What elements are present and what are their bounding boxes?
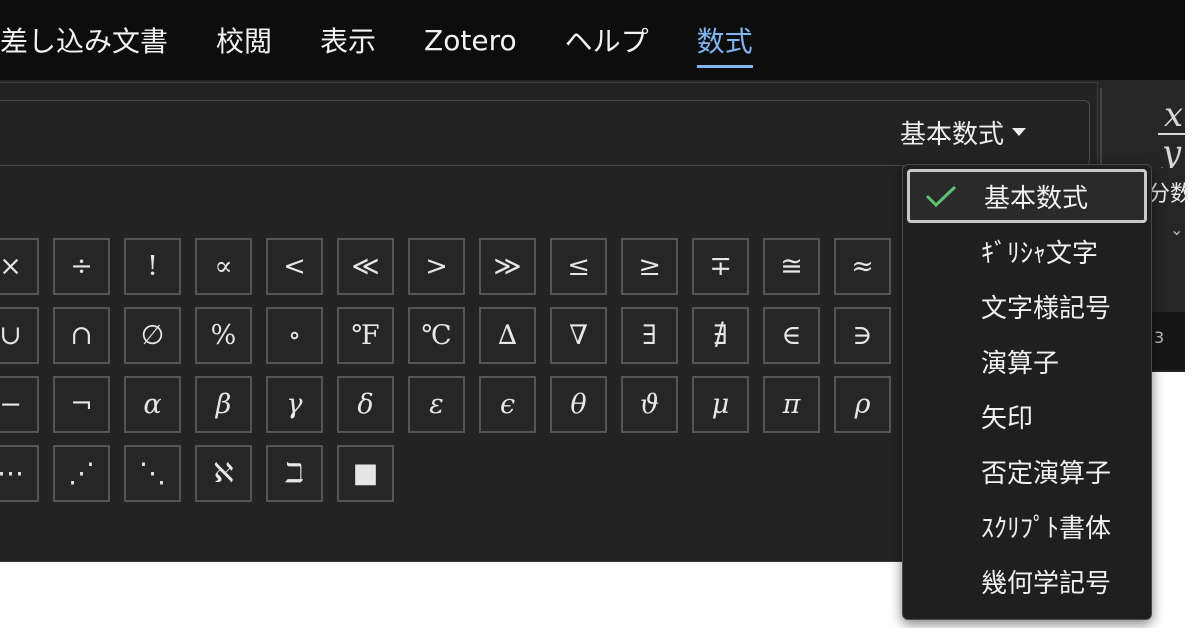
symbol-greater-than[interactable]: > [408,238,465,295]
chevron-down-icon [1012,128,1027,136]
tab-mailings[interactable]: 差し込み文書 [0,20,168,60]
tab-help[interactable]: ヘルプ [565,20,649,60]
symbol-empty-set[interactable]: ∅ [124,307,181,364]
symbol-less-equal[interactable]: ≤ [550,238,607,295]
symbol-minus-plus[interactable]: ∓ [692,238,749,295]
symbol-less-than[interactable]: < [266,238,323,295]
menu-item-label: 幾何学記号 [981,568,1112,599]
symbol-lunate-epsilon[interactable]: ϵ [479,376,536,433]
tab-equation[interactable]: 数式 [696,20,753,68]
menu-item-label: 文字様記号 [981,293,1112,324]
menu-item-geometry[interactable]: 幾何学記号 [907,554,1147,608]
symbol-category-dropdown[interactable]: 基本数式 [900,112,1027,152]
symbol-row: ⋯ ⋰ ⋱ ℵ ℶ ■ [0,445,891,502]
symbol-mu[interactable]: μ [692,376,749,433]
symbol-celsius[interactable]: ℃ [408,307,465,364]
symbol-row: ∪ ∩ ∅ % ∘ ℉ ℃ ∆ ∇ ∃ ∄ ∈ ∋ [0,307,891,364]
symbol-congruent[interactable]: ≅ [763,238,820,295]
symbol-theta-variant[interactable]: ϑ [621,376,678,433]
symbol-up-diagonal-ellipsis[interactable]: ⋰ [53,445,110,502]
symbol-category-menu: 基本数式 ｷﾞﾘｼｬ文字 文字様記号 演算子 矢印 否定演算子 ｽｸﾘﾌﾟﾄ書体… [902,164,1152,620]
menu-item-label: 基本数式 [984,183,1089,214]
symbol-pi[interactable]: π [763,376,820,433]
symbol-proportional[interactable]: ∝ [195,238,252,295]
symbol-aleph[interactable]: ℵ [195,445,252,502]
menu-item-scripts[interactable]: ｽｸﾘﾌﾟﾄ書体 [907,499,1147,553]
symbol-qed[interactable]: ■ [337,445,394,502]
checkmark-icon [925,185,957,208]
symbol-beth[interactable]: ℶ [266,445,323,502]
symbol-exists[interactable]: ∃ [621,307,678,364]
fraction-chevron-down-icon[interactable]: ⌄ [1170,220,1183,239]
symbol-grid: × ÷ ! ∝ < ≪ > ≫ ≤ ≥ ∓ ≅ ≈ ∪ ∩ ∅ % ∘ ℉ ℃ … [0,238,891,514]
symbol-union[interactable]: ∪ [0,307,39,364]
ribbon-strip-text: 3 [1154,328,1165,347]
symbol-delta[interactable]: δ [337,376,394,433]
symbol-divide[interactable]: ÷ [53,238,110,295]
symbol-approx[interactable]: ≈ [834,238,891,295]
menu-bar: 差し込み文書 校閲 表示 Zotero ヘルプ 数式 [0,0,1185,80]
symbol-rho[interactable]: ρ [834,376,891,433]
symbol-ring[interactable]: ∘ [266,307,323,364]
menu-item-label: 演算子 [981,348,1060,379]
symbol-greater-equal[interactable]: ≥ [621,238,678,295]
symbol-contains[interactable]: ∋ [834,307,891,364]
symbol-fahrenheit[interactable]: ℉ [337,307,394,364]
symbol-much-less[interactable]: ≪ [337,238,394,295]
symbol-minus[interactable]: − [0,376,39,433]
symbol-increment[interactable]: ∆ [479,307,536,364]
menu-item-label: ｽｸﾘﾌﾟﾄ書体 [981,513,1112,544]
symbol-nabla[interactable]: ∇ [550,307,607,364]
symbol-row: × ÷ ! ∝ < ≪ > ≫ ≤ ≥ ∓ ≅ ≈ [0,238,891,295]
tab-review[interactable]: 校閲 [216,20,272,60]
symbol-row: − ¬ α β γ δ ε ϵ θ ϑ μ π ρ [0,376,891,433]
fraction-icon[interactable]: x y [1146,96,1186,168]
symbol-times[interactable]: × [0,238,39,295]
menu-item-negated-relations[interactable]: 否定演算子 [907,444,1147,498]
symbol-percent[interactable]: % [195,307,252,364]
symbol-not-exists[interactable]: ∄ [692,307,749,364]
symbol-factorial[interactable]: ! [124,238,181,295]
symbol-category-label: 基本数式 [900,119,1005,150]
tab-zotero[interactable]: Zotero [424,24,517,57]
svg-text:x: x [1164,96,1183,135]
menu-item-greek-letters[interactable]: ｷﾞﾘｼｬ文字 [907,224,1147,278]
svg-text:y: y [1160,133,1182,168]
menu-item-basic-math[interactable]: 基本数式 [907,169,1147,223]
menu-item-label: 否定演算子 [981,458,1112,489]
menu-item-label: 矢印 [981,403,1034,434]
symbol-ellipsis[interactable]: ⋯ [0,445,39,502]
symbol-not[interactable]: ¬ [53,376,110,433]
symbol-alpha[interactable]: α [124,376,181,433]
menu-item-label: ｷﾞﾘｼｬ文字 [981,238,1099,269]
symbol-much-greater[interactable]: ≫ [479,238,536,295]
fraction-button-label[interactable]: 分数 [1148,176,1188,208]
menu-item-arrows[interactable]: 矢印 [907,389,1147,443]
symbol-intersection[interactable]: ∩ [53,307,110,364]
symbol-element-of[interactable]: ∈ [763,307,820,364]
symbol-down-diagonal-ellipsis[interactable]: ⋱ [124,445,181,502]
tab-view[interactable]: 表示 [320,20,376,60]
symbol-epsilon[interactable]: ε [408,376,465,433]
menu-item-letter-like-symbols[interactable]: 文字様記号 [907,279,1147,333]
symbol-gamma[interactable]: γ [266,376,323,433]
symbol-theta[interactable]: θ [550,376,607,433]
symbol-beta[interactable]: β [195,376,252,433]
menu-item-operators[interactable]: 演算子 [907,334,1147,388]
